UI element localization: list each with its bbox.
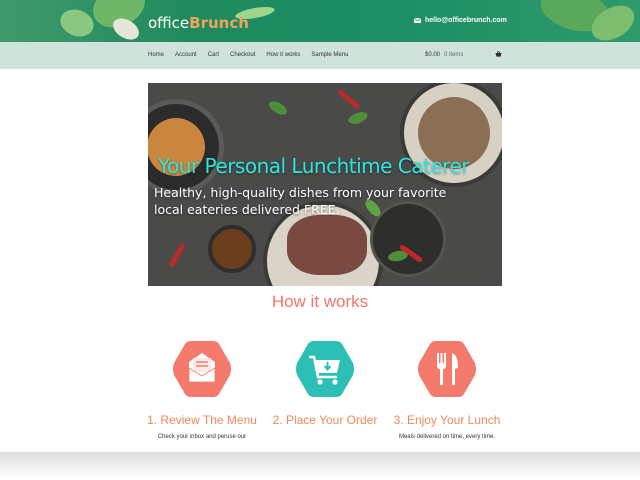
fork-knife-icon <box>418 341 476 397</box>
nav-item-checkout[interactable]: Checkout <box>230 52 255 58</box>
logo-part-brunch: Brunch <box>189 14 249 32</box>
step-icon-badge <box>294 338 356 400</box>
step-icon-badge <box>171 338 233 400</box>
hero-subtitle: Healthy, high-quality dishes from your f… <box>154 185 447 217</box>
step-place-order: 2. Place Your Order <box>255 338 395 434</box>
logo-part-office: office <box>148 14 190 32</box>
site-header: officeBrunch hello@officebrunch.com <box>0 0 640 42</box>
basket-icon[interactable] <box>495 51 502 57</box>
herb-decoration <box>346 109 370 127</box>
chili-decoration <box>337 89 361 110</box>
cart-summary-link[interactable]: $0.00 0 items <box>425 52 463 58</box>
step-icon-badge <box>416 338 478 400</box>
step-label: 2. Place Your Order <box>272 413 378 427</box>
step-description: Check your inbox and peruse our <box>157 434 247 440</box>
nav-item-cart[interactable]: Cart <box>208 52 219 58</box>
nav-item-home[interactable]: Home <box>148 52 164 58</box>
sauce-bowl-image <box>208 225 256 273</box>
step-label: 3. Enjoy Your Lunch <box>393 413 501 427</box>
envelope-icon <box>173 341 231 397</box>
envelope-icon <box>414 18 421 23</box>
herb-decoration <box>266 98 290 118</box>
cart-icon <box>296 341 354 397</box>
food-plate-image <box>148 99 224 195</box>
nav-item-how-it-works[interactable]: How it works <box>266 52 300 58</box>
step-description: Meals delivered on time, every time. <box>398 434 496 440</box>
nav-item-account[interactable]: Account <box>175 52 197 58</box>
step-enjoy-lunch: 3. Enjoy Your Lunch Meals delivered on t… <box>377 338 517 440</box>
step-label: 1. Review The Menu <box>147 413 257 427</box>
chili-decoration <box>168 242 186 269</box>
cart-total: $0.00 <box>425 52 441 58</box>
nav-item-sample-menu[interactable]: Sample Menu <box>311 52 348 58</box>
hero-title: Your Personal Lunchtime Caterer <box>158 154 469 178</box>
leaf-decoration <box>56 4 98 42</box>
cart-item-count: 0 items <box>444 52 464 58</box>
how-it-works-heading: How it works <box>271 292 369 311</box>
step-review-menu: 1. Review The Menu Check your inbox and … <box>132 338 272 440</box>
page-bottom-shade <box>0 452 640 480</box>
site-logo[interactable]: officeBrunch <box>148 14 249 32</box>
main-nav: Home Account Cart Checkout How it works … <box>0 42 640 69</box>
contact-email-link[interactable]: hello@officebrunch.com <box>414 17 507 24</box>
contact-email: hello@officebrunch.com <box>425 17 507 24</box>
hero-banner: Your Personal Lunchtime Caterer Healthy,… <box>148 83 502 286</box>
